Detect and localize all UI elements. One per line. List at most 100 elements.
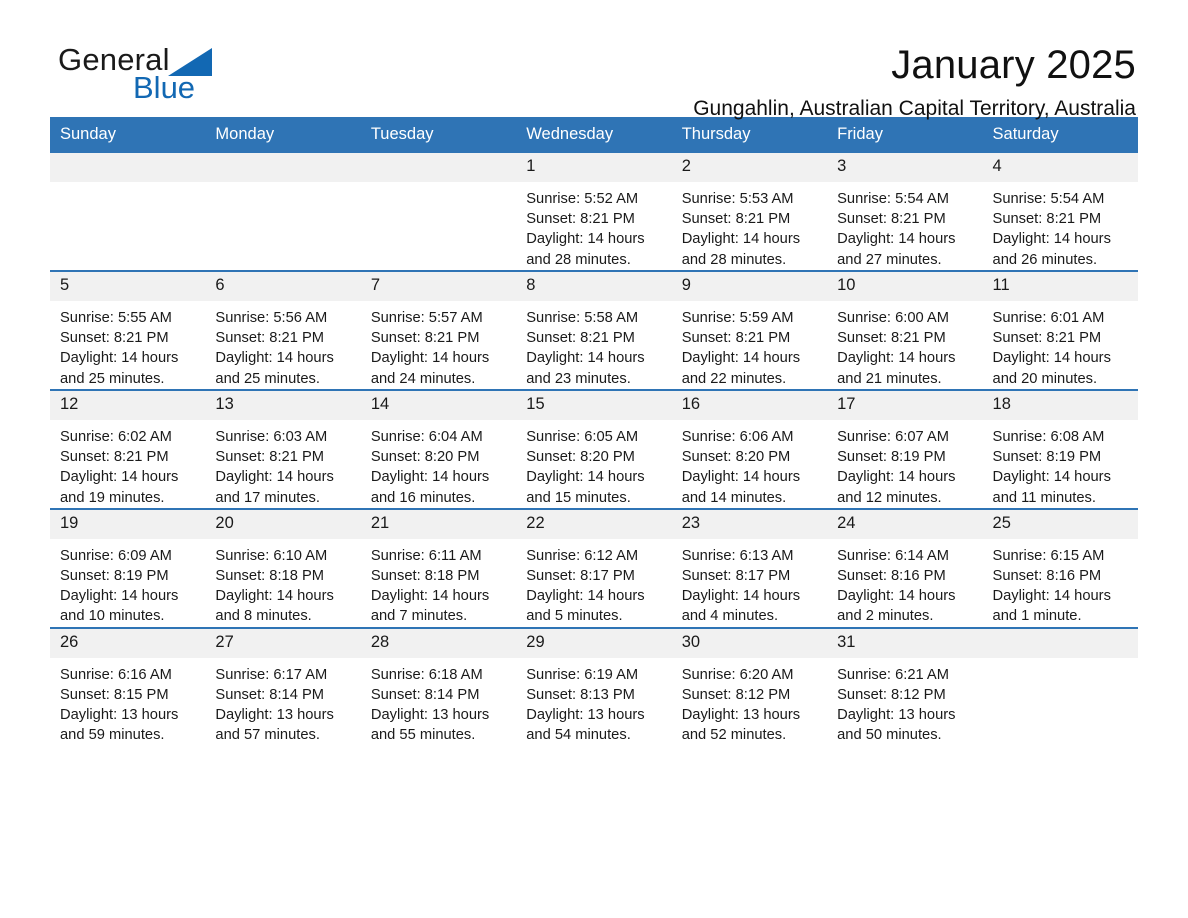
- daylight-text-line2: and 17 minutes.: [215, 489, 320, 506]
- sunrise-text: Sunrise: 6:15 AM: [992, 547, 1105, 564]
- sunrise-text: Sunrise: 6:05 AM: [526, 428, 639, 445]
- sunset-text: Sunset: 8:21 PM: [526, 211, 635, 228]
- sunrise-text: Sunrise: 6:07 AM: [837, 428, 949, 445]
- sunrise-text: Sunrise: 6:14 AM: [837, 547, 949, 564]
- calendar-day-cell[interactable]: 25 Sunrise: 6:15 AM Sunset: 8:16 PM Dayligh…: [982, 507, 1138, 628]
- daylight-text-line2: and 5 minutes.: [526, 608, 623, 625]
- calendar-day-cell[interactable]: 7 Sunrise: 5:57 AM Sunset: 8:21 PM Daylight…: [360, 269, 517, 390]
- calendar-day-cell[interactable]: 28 Sunrise: 6:18 AM Sunset: 8:14 PM Dayligh…: [360, 626, 517, 746]
- calendar-day-cell[interactable]: 24 Sunrise: 6:14 AM Sunset: 8:16 PM Dayligh…: [827, 507, 983, 628]
- sunrise-text: Sunrise: 6:12 AM: [526, 547, 639, 564]
- calendar-day-cell[interactable]: 1 Sunrise: 5:52 AM Sunset: 8:21 PM Daylight…: [516, 153, 672, 271]
- calendar-day-cell[interactable]: 30 Sunrise: 6:20 AM Sunset: 8:12 PM Dayligh…: [671, 626, 828, 746]
- calendar-day-cell[interactable]: 4 Sunrise: 5:54 AM Sunset: 8:21 PM Daylight…: [982, 153, 1138, 271]
- sunset-text: Sunset: 8:21 PM: [215, 448, 325, 465]
- daylight-text-line2: and 19 minutes.: [60, 489, 165, 506]
- daylight-text-line2: and 22 minutes.: [681, 370, 787, 387]
- weekday-header-thursday: Thursday: [671, 117, 828, 153]
- sunrise-text: Sunrise: 6:02 AM: [60, 428, 172, 445]
- day-info: Sunrise: 6:19 AM Sunset: 8:13 PM Daylight:…: [516, 658, 671, 746]
- day-number: 5: [50, 271, 206, 301]
- calendar-day-cell[interactable]: 18 Sunrise: 6:08 AM Sunset: 8:19 PM Dayligh…: [982, 388, 1138, 509]
- calendar-day-cell[interactable]: 11 Sunrise: 6:01 AM Sunset: 8:21 PM Dayligh…: [982, 269, 1138, 390]
- calendar-day-cell[interactable]: 8 Sunrise: 5:58 AM Sunset: 8:21 PM Daylight…: [516, 269, 672, 390]
- sunset-text: Sunset: 8:13 PM: [526, 686, 635, 703]
- day-number: 21: [360, 509, 517, 539]
- calendar-day-cell[interactable]: 9 Sunrise: 5:59 AM Sunset: 8:21 PM Daylight…: [671, 269, 828, 390]
- calendar-day-cell[interactable]: 16 Sunrise: 6:06 AM Sunset: 8:20 PM Dayligh…: [671, 388, 828, 509]
- daylight-text-line1: Daylight: 14 hours: [60, 350, 179, 367]
- daylight-text-line1: Daylight: 14 hours: [681, 588, 801, 605]
- sunrise-text: Sunrise: 6:09 AM: [60, 547, 172, 564]
- calendar-cell-empty: [982, 626, 1138, 746]
- sunrise-text: Sunrise: 6:19 AM: [526, 666, 639, 683]
- daylight-text-line1: Daylight: 14 hours: [992, 231, 1111, 248]
- weekday-header-sunday: Sunday: [50, 117, 206, 153]
- calendar-day-cell[interactable]: 10 Sunrise: 6:00 AM Sunset: 8:21 PM Dayligh…: [827, 269, 983, 390]
- calendar-day-cell[interactable]: 3 Sunrise: 5:54 AM Sunset: 8:21 PM Daylight…: [827, 153, 983, 271]
- daylight-text-line2: and 59 minutes.: [60, 727, 165, 744]
- calendar-day-cell[interactable]: 17 Sunrise: 6:07 AM Sunset: 8:19 PM Dayligh…: [827, 388, 983, 509]
- sunset-text: Sunset: 8:17 PM: [681, 567, 791, 584]
- day-info: Sunrise: 5:52 AM Sunset: 8:21 PM Daylight:…: [516, 182, 671, 270]
- daylight-text-line2: and 24 minutes.: [370, 370, 476, 387]
- daylight-text-line1: Daylight: 14 hours: [526, 350, 645, 367]
- calendar-day-cell[interactable]: 19 Sunrise: 6:09 AM Sunset: 8:19 PM Dayligh…: [50, 507, 206, 628]
- page-header: General Blue January 2025 Gungahlin, Aus…: [50, 0, 1138, 120]
- day-number: 26: [50, 628, 206, 658]
- calendar-day-cell[interactable]: 26 Sunrise: 6:16 AM Sunset: 8:15 PM Dayligh…: [50, 626, 206, 746]
- daylight-text-line2: and 16 minutes.: [370, 489, 476, 506]
- calendar-day-cell[interactable]: 14 Sunrise: 6:04 AM Sunset: 8:20 PM Dayligh…: [360, 388, 517, 509]
- page-title: January 2025: [891, 43, 1136, 87]
- day-number: 9: [671, 271, 828, 301]
- day-number: 11: [982, 271, 1138, 301]
- calendar-cell-empty: [205, 153, 361, 271]
- sunset-text: Sunset: 8:18 PM: [370, 567, 480, 584]
- calendar-day-cell[interactable]: 6 Sunrise: 5:56 AM Sunset: 8:21 PM Daylight…: [205, 269, 361, 390]
- logo-text-blue: Blue: [133, 70, 196, 105]
- sunset-text: Sunset: 8:19 PM: [60, 567, 169, 584]
- daylight-text-line1: Daylight: 13 hours: [60, 707, 179, 724]
- daylight-text-line2: and 28 minutes.: [681, 251, 787, 268]
- daylight-text-line2: and 7 minutes.: [370, 608, 468, 625]
- generalblue-logo[interactable]: General Blue: [50, 44, 300, 114]
- calendar-day-cell[interactable]: 12 Sunrise: 6:02 AM Sunset: 8:21 PM Dayligh…: [50, 388, 206, 509]
- sunset-text: Sunset: 8:21 PM: [370, 330, 480, 347]
- calendar-day-cell[interactable]: 22 Sunrise: 6:12 AM Sunset: 8:17 PM Dayligh…: [516, 507, 672, 628]
- sunset-text: Sunset: 8:12 PM: [681, 686, 791, 703]
- calendar-day-cell[interactable]: 23 Sunrise: 6:13 AM Sunset: 8:17 PM Dayligh…: [671, 507, 828, 628]
- day-number: 8: [516, 271, 672, 301]
- sunrise-text: Sunrise: 5:59 AM: [681, 309, 794, 326]
- sunset-text: Sunset: 8:21 PM: [215, 330, 325, 347]
- day-number: 15: [516, 390, 672, 420]
- calendar-day-cell[interactable]: 20 Sunrise: 6:10 AM Sunset: 8:18 PM Dayligh…: [205, 507, 361, 628]
- sunrise-text: Sunrise: 6:16 AM: [60, 666, 172, 683]
- daylight-text-line2: and 28 minutes.: [526, 251, 631, 268]
- daylight-text-line1: Daylight: 14 hours: [215, 588, 334, 605]
- calendar-day-cell[interactable]: 2 Sunrise: 5:53 AM Sunset: 8:21 PM Daylight…: [671, 153, 828, 271]
- daylight-text-line1: Daylight: 13 hours: [837, 707, 956, 724]
- sunset-text: Sunset: 8:20 PM: [681, 448, 791, 465]
- day-number: 13: [205, 390, 361, 420]
- day-info: Sunrise: 5:57 AM Sunset: 8:21 PM Daylight:…: [361, 301, 516, 389]
- daylight-text-line2: and 20 minutes.: [992, 370, 1098, 387]
- calendar-page: General Blue January 2025 Gungahlin, Aus…: [0, 0, 1188, 918]
- calendar-table: Sunday Monday Tuesday Wednesday Thursday…: [50, 117, 1138, 746]
- calendar-day-cell[interactable]: 31 Sunrise: 6:21 AM Sunset: 8:12 PM Dayligh…: [827, 626, 983, 746]
- daylight-text-line1: Daylight: 14 hours: [526, 469, 645, 486]
- calendar-day-cell[interactable]: 27 Sunrise: 6:17 AM Sunset: 8:14 PM Dayligh…: [205, 626, 361, 746]
- calendar-day-cell[interactable]: 21 Sunrise: 6:11 AM Sunset: 8:18 PM Dayligh…: [360, 507, 517, 628]
- day-info: Sunrise: 6:12 AM Sunset: 8:17 PM Daylight:…: [516, 539, 671, 627]
- calendar-day-cell[interactable]: 29 Sunrise: 6:19 AM Sunset: 8:13 PM Dayligh…: [516, 626, 672, 746]
- daylight-text-line1: Daylight: 14 hours: [837, 231, 956, 248]
- daylight-text-line1: Daylight: 14 hours: [992, 588, 1111, 605]
- calendar-day-cell[interactable]: 15 Sunrise: 6:05 AM Sunset: 8:20 PM Dayligh…: [516, 388, 672, 509]
- calendar-day-cell[interactable]: 13 Sunrise: 6:03 AM Sunset: 8:21 PM Dayligh…: [205, 388, 361, 509]
- day-number: 22: [516, 509, 672, 539]
- sunset-text: Sunset: 8:21 PM: [837, 211, 946, 228]
- day-info: Sunrise: 5:54 AM Sunset: 8:21 PM Daylight:…: [827, 182, 982, 270]
- day-info: Sunrise: 6:03 AM Sunset: 8:21 PM Daylight:…: [205, 420, 360, 508]
- calendar-day-cell[interactable]: 5 Sunrise: 5:55 AM Sunset: 8:21 PM Daylight…: [50, 269, 206, 390]
- day-info: Sunrise: 6:13 AM Sunset: 8:17 PM Daylight:…: [672, 539, 827, 627]
- day-number: 19: [50, 509, 206, 539]
